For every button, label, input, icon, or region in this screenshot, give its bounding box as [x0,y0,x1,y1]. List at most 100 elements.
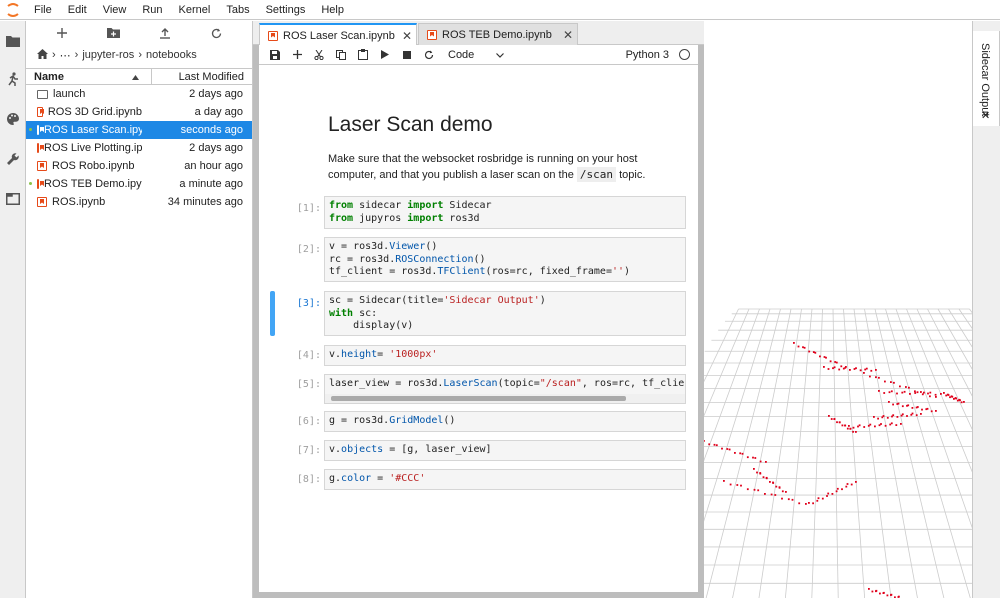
cell-type-label: Code [448,48,475,61]
palette-icon[interactable] [0,105,25,133]
laser-scan-point [836,487,839,490]
laser-scan-point [850,483,853,486]
code-editor[interactable]: v = ros3d.Viewer() rc = ros3d.ROSConnect… [324,237,686,282]
save-button[interactable] [264,45,286,65]
tab-ros-laser-scan[interactable]: ROS Laser Scan.ipynb ✕ [259,23,417,46]
grid-line [811,308,823,598]
folder-icon[interactable] [0,27,25,55]
laser-scan-point [907,404,910,407]
grid-line [600,308,739,598]
cell-prompt: [5]: [296,379,321,390]
menu-help[interactable]: Help [313,0,352,20]
laser-scan-point [888,391,891,394]
restart-button[interactable] [418,45,440,65]
cell-prompt: [6]: [296,416,321,427]
file-row[interactable]: ROS Laser Scan.ipy… seconds ago [26,121,252,139]
menu-file[interactable]: File [26,0,60,20]
cell-prompt: [4]: [296,350,321,361]
notebook-icon [37,125,39,135]
stop-button[interactable] [396,45,418,65]
laser-scan-point [781,497,783,500]
laser-scan-point [819,355,821,358]
new-launcher-button[interactable] [49,22,75,44]
close-icon[interactable]: ✕ [398,29,416,43]
menu-view[interactable]: View [95,0,135,20]
run-button[interactable] [374,45,396,65]
ros3d-viewer[interactable] [600,21,1000,598]
close-icon[interactable]: ✕ [559,28,577,42]
laser-scan-point [765,477,768,480]
close-icon[interactable]: ✕ [981,109,990,122]
cell-type-dropdown[interactable]: Code [448,49,508,61]
code-editor[interactable]: sc = Sidecar(title='Sidecar Output') wit… [324,291,686,336]
file-list: launch 2 days ago ROS 3D Grid.ipynb a day a… [26,85,252,211]
breadcrumb-item[interactable]: jupyter-ros [82,49,134,61]
laser-scan-point [877,417,879,420]
file-row[interactable]: ROS.ipynb 34 minutes ago [26,193,252,211]
laser-scan-point [878,376,880,379]
running-icon[interactable] [0,65,25,93]
paste-button[interactable] [352,45,374,65]
wrench-icon[interactable] [0,145,25,173]
copy-button[interactable] [330,45,352,65]
column-modified-header[interactable]: Last Modified [152,71,252,83]
laser-scan-point [812,502,814,505]
file-name: ROS Live Plotting.ip… [44,142,142,154]
breadcrumb-ellipsis[interactable]: ⋯ [60,49,71,62]
breadcrumb-item[interactable]: notebooks [146,49,197,61]
cell-prompt: [3]: [296,298,321,309]
file-row[interactable]: ROS Live Plotting.ip… 2 days ago [26,139,252,157]
code-editor[interactable]: v.height= '1000px' [324,345,686,366]
menu-run[interactable]: Run [134,0,170,20]
laser-scan-point [770,493,773,496]
menu-edit[interactable]: Edit [60,0,95,20]
tab-ros-teb-demo[interactable]: ROS TEB Demo.ipynb ✕ [418,23,578,45]
menu-kernel[interactable]: Kernel [171,0,219,20]
notebook-intro-text: Make sure that the websocket rosbridge i… [328,151,673,183]
code-editor[interactable]: laser_view = ros3d.LaserScan(topic="/sca… [324,374,686,404]
file-row[interactable]: ROS TEB Demo.ipynb a minute ago [26,175,252,193]
grid-line [906,308,1000,542]
laser-scan-point [868,588,870,590]
code-editor[interactable]: v.objects = [g, laser_view] [324,440,686,461]
refresh-button[interactable] [203,22,229,44]
laser-scan-point [960,401,963,404]
home-icon[interactable] [37,48,48,62]
tabs-icon[interactable] [0,185,25,213]
kernel-name[interactable]: Python 3 [626,49,669,61]
code-editor[interactable]: g.color = '#CCC' [324,469,686,490]
laser-scan-point [798,502,801,505]
laser-scan-point [852,430,854,433]
file-row[interactable]: ROS Robo.ipynb an hour ago [26,157,252,175]
cut-button[interactable] [308,45,330,65]
laser-scan-point [793,342,795,344]
menu-settings[interactable]: Settings [258,0,314,20]
file-list-header: Name Last Modified [26,68,252,85]
notebook-title: Laser Scan demo [328,113,493,136]
notebook-icon [37,197,47,207]
laser-scan-point [901,391,904,394]
laser-scan-point [859,369,862,372]
file-row[interactable]: launch 2 days ago [26,85,252,103]
column-name-header[interactable]: Name [26,69,152,84]
laser-scan-point [895,424,898,426]
new-folder-button[interactable] [100,22,126,44]
tab-sidecar-output[interactable]: Sidecar Output ✕ [973,31,1000,126]
file-name-cell: launch [26,88,142,100]
menu-tabs[interactable]: Tabs [218,0,257,20]
sidecar-output-panel[interactable] [600,21,1000,598]
laser-scan-point [781,490,784,493]
intro-text-after: topic. [619,169,646,181]
insert-cell-button[interactable] [286,45,308,65]
laser-scan-point [888,401,890,403]
scrollbar-thumb[interactable] [331,396,626,401]
file-modified: a minute ago [179,178,243,190]
code-editor[interactable]: g = ros3d.GridModel() [324,411,686,432]
upload-button[interactable] [152,22,178,44]
laser-scan-point [826,495,828,497]
right-sidebar: Sidecar Output ✕ [972,21,1000,598]
horizontal-scrollbar[interactable] [325,394,685,403]
file-name-cell: ROS Laser Scan.ipy… [26,124,142,136]
code-editor[interactable]: from sidecar import Sidecar from jupyros… [324,196,686,229]
file-row[interactable]: ROS 3D Grid.ipynb a day ago [26,103,252,121]
